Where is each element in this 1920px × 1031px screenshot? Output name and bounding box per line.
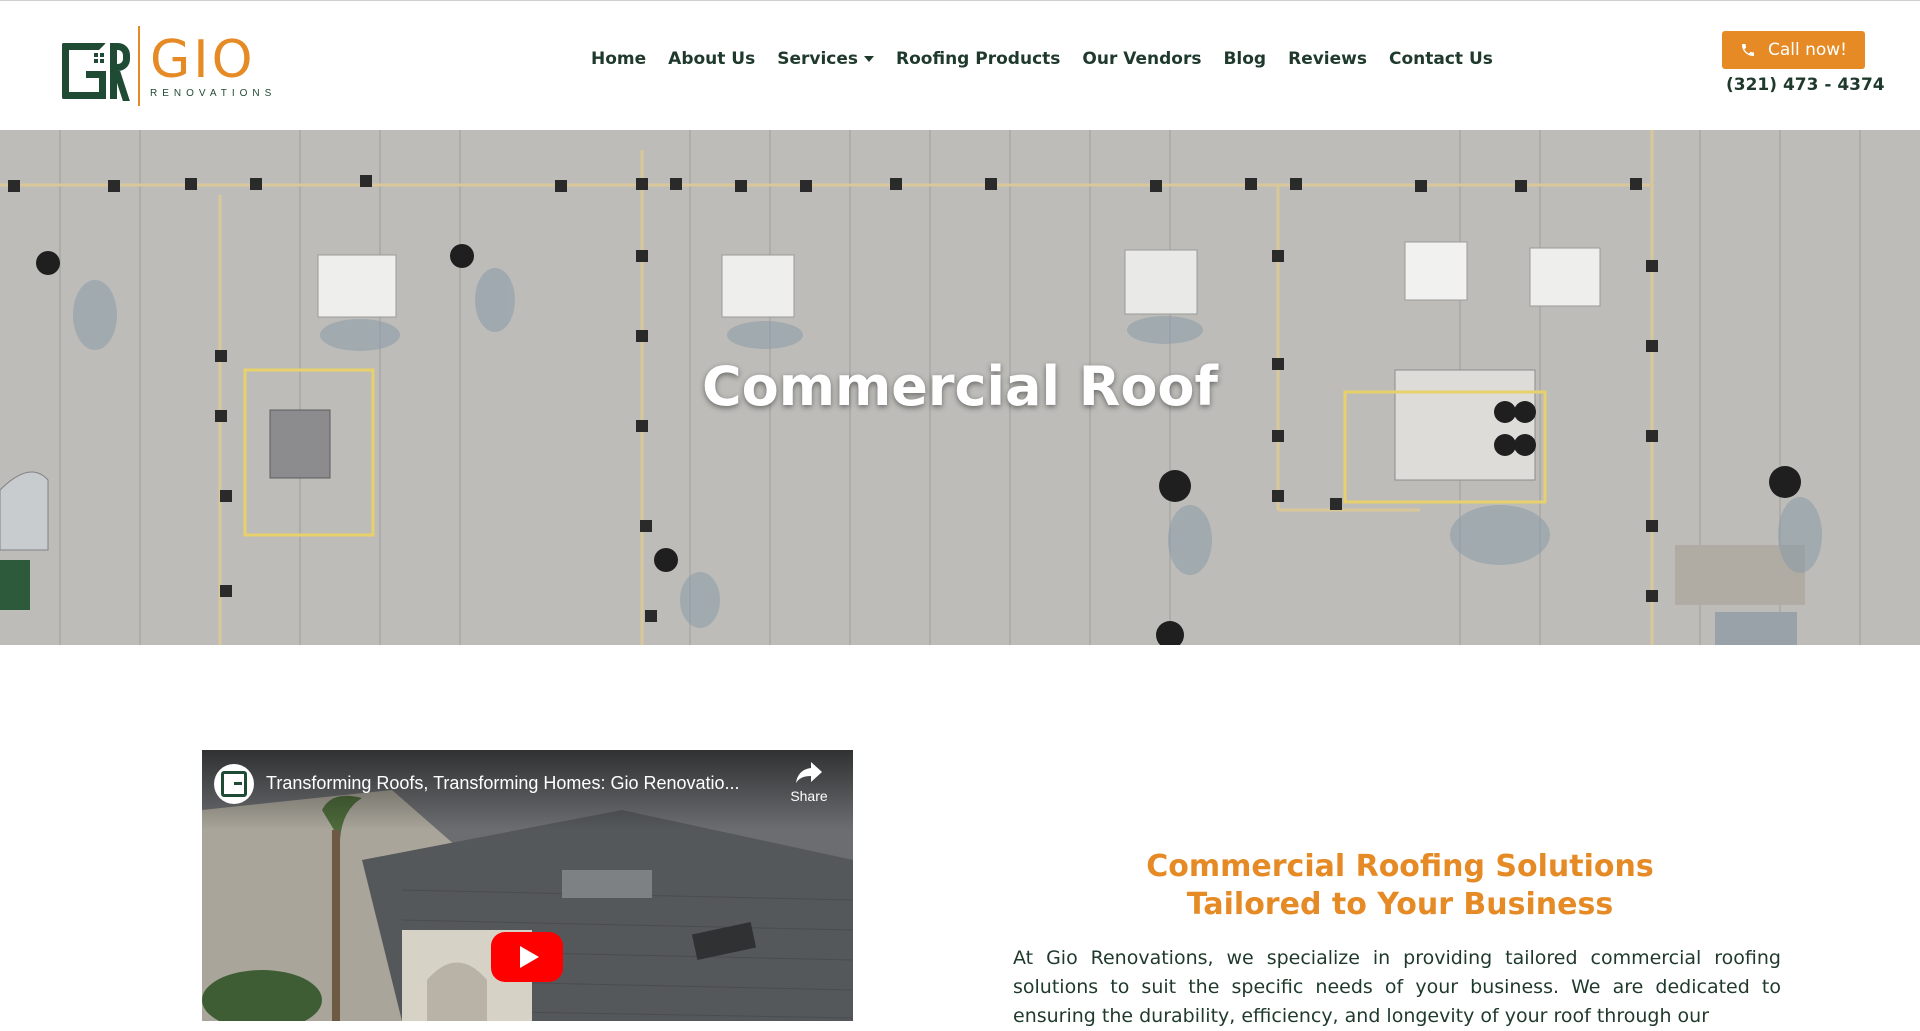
hero-banner: Commercial Roof — [0, 130, 1920, 645]
video-title[interactable]: Transforming Roofs, Transforming Homes: … — [266, 773, 740, 794]
call-now-button[interactable]: Call now! — [1722, 31, 1865, 69]
nav-about-us[interactable]: About Us — [657, 49, 766, 69]
youtube-play-icon[interactable] — [491, 932, 563, 982]
logo-subtitle: RENOVATIONS — [150, 87, 277, 99]
gr-monogram-icon — [60, 31, 130, 101]
share-arrow-icon — [796, 762, 822, 783]
chevron-down-icon — [864, 56, 875, 62]
logo-wordmark: GIO — [150, 29, 256, 90]
nav-roofing-products[interactable]: Roofing Products — [885, 49, 1071, 69]
phone-number-link[interactable]: (321) 473 - 4374 — [1726, 75, 1885, 95]
nav-reviews[interactable]: Reviews — [1277, 49, 1378, 69]
nav-contact-us[interactable]: Contact Us — [1378, 49, 1504, 69]
nav-blog[interactable]: Blog — [1212, 49, 1277, 69]
gio-renovations-logo[interactable]: GIO RENOVATIONS — [60, 23, 280, 109]
page-title: Commercial Roof — [701, 355, 1219, 418]
channel-avatar[interactable] — [214, 764, 254, 804]
site-header: GIO RENOVATIONS Home About Us Services R… — [0, 0, 1920, 130]
section-heading: Commercial Roofing Solutions Tailored to… — [1010, 848, 1790, 924]
nav-services[interactable]: Services — [766, 49, 885, 69]
share-label: Share — [790, 788, 828, 804]
nav-home[interactable]: Home — [580, 49, 657, 69]
youtube-video-embed[interactable]: Transforming Roofs, Transforming Homes: … — [202, 750, 853, 1021]
logo-divider — [138, 26, 140, 106]
section-body-text: At Gio Renovations, we specialize in pro… — [1013, 947, 1781, 1027]
section-heading-line2: Tailored to Your Business — [1186, 887, 1614, 922]
phone-icon — [1740, 42, 1756, 58]
share-button[interactable]: Share — [784, 762, 834, 804]
section-heading-line1: Commercial Roofing Solutions — [1146, 849, 1654, 884]
call-now-label: Call now! — [1767, 40, 1848, 60]
main-nav: Home About Us Services Roofing Products … — [580, 49, 1504, 69]
nav-our-vendors[interactable]: Our Vendors — [1071, 49, 1212, 69]
